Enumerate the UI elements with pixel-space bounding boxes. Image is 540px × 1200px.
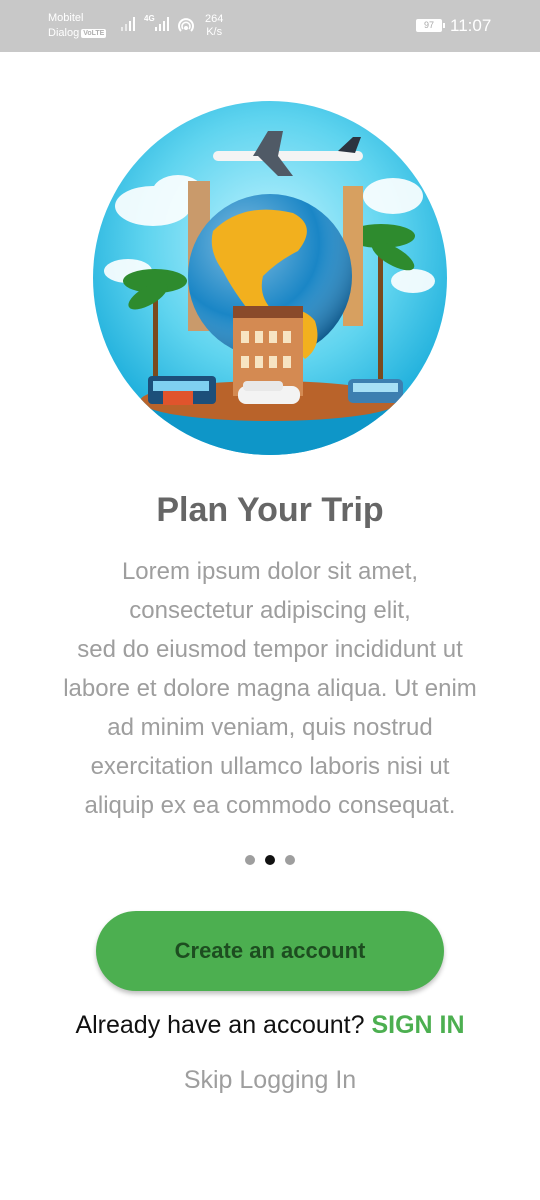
signal-2-icon [155,17,171,31]
carrier-2: Dialog [48,27,80,39]
skip-login-link[interactable]: Skip Logging In [0,1063,540,1097]
description-line: consectetur adipiscing elit, [129,597,411,624]
status-bar: Mobitel Dialog VoLTE 4G 264 K/s 97 11:07 [0,0,540,52]
page-indicator [245,855,295,865]
create-account-button[interactable]: Create an account [96,911,444,991]
battery-icon: 97 [416,19,445,32]
description-line: labore et dolore magna aliqua. Ut enim [63,675,477,702]
description-line: ad minim veniam, quis nostrud [107,714,433,741]
sign-in-link[interactable]: SIGN IN [371,1011,464,1039]
status-time: 11:07 [450,16,492,35]
battery-level: 97 [423,20,434,30]
signal-1-icon [121,17,137,31]
page-dot-2-active[interactable] [265,855,275,865]
travel-globe-illustration [93,101,447,455]
description-line: sed do eiusmod tempor incididunt ut [77,636,463,663]
network-type: 4G [144,14,155,23]
signin-prompt: Already have an account? SIGN IN [0,1008,540,1042]
carrier-1: Mobitel [48,12,84,24]
description-line: exercitation ullamco laboris nisi ut [90,753,450,780]
page-title: Plan Your Trip [156,491,384,529]
description-line: Lorem ipsum dolor sit amet, [121,558,419,585]
already-have-account-text: Already have an account? [75,1011,365,1039]
onboarding-description: Lorem ipsum dolor sit amet, consectetur … [22,552,518,825]
hotspot-icon [176,18,196,39]
page-dot-3[interactable] [285,855,295,865]
speed-value: 264 [205,13,224,25]
volte-badge: VoLTE [81,28,107,38]
carrier-info: Mobitel Dialog VoLTE [48,11,107,41]
speed-unit: K/s [206,26,223,38]
page-dot-1[interactable] [245,855,255,865]
description-line: aliquip ex ea commodo consequat. [84,792,456,819]
network-speed: 264 K/s [205,13,223,39]
